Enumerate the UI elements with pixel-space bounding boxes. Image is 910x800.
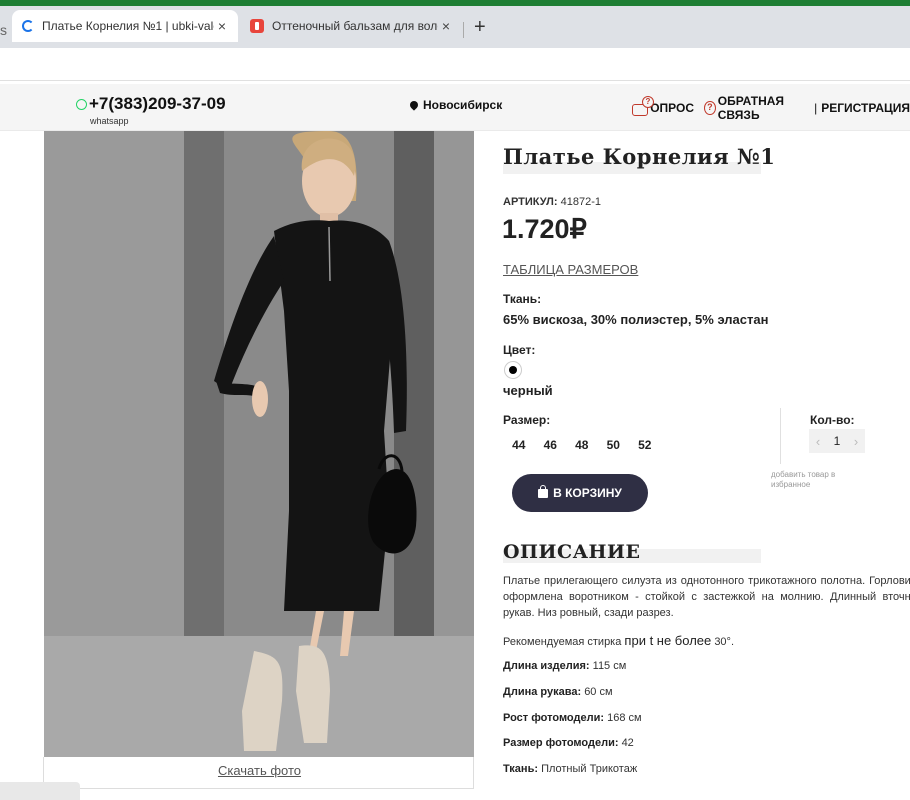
description-title: ОПИСАНИЕ: [503, 541, 641, 563]
quantity-label: Кол-во:: [810, 413, 855, 427]
city-selector[interactable]: Новосибирск: [408, 98, 503, 112]
spec-row: Рост фотомодели: 168 см: [503, 712, 642, 724]
feedback-link[interactable]: ОБРАТНАЯ СВЯЗЬ: [718, 94, 808, 122]
spec-label: Длина рукава:: [503, 686, 582, 698]
tab-fragment[interactable]: s: [0, 22, 7, 38]
cart-label: В КОРЗИНУ: [553, 486, 622, 500]
whatsapp-icon: [76, 98, 87, 110]
wash-suffix: 30°.: [714, 636, 735, 648]
whatsapp-label: whatsapp: [90, 116, 129, 126]
tab-title: Оттеночный бальзам для волос: [272, 19, 438, 33]
new-tab-button[interactable]: +: [474, 16, 486, 39]
size-option[interactable]: 44: [503, 438, 535, 452]
size-option[interactable]: 46: [535, 438, 567, 452]
fabric-value: 65% вискоза, 30% полиэстер, 5% эластан: [503, 312, 769, 327]
nav-separator: |: [814, 101, 818, 115]
spec-label: Размер фотомодели:: [503, 737, 619, 749]
phone-link[interactable]: +7(383)209-37-09: [76, 94, 226, 114]
wash-instructions: Рекомендуемая стирка при t не более 30°.: [503, 633, 734, 648]
wash-prefix: Рекомендуемая стирка: [503, 636, 622, 648]
tab-active[interactable]: Платье Корнелия №1 | ubki-vale ×: [12, 10, 238, 42]
spec-row: Длина рукава: 60 см: [503, 686, 613, 698]
quantity-value[interactable]: 1: [828, 434, 846, 448]
bag-icon: [538, 484, 549, 498]
model-figure: [214, 131, 417, 751]
spec-row: Длина изделия: 115 см: [503, 660, 626, 672]
product-photo[interactable]: [44, 131, 474, 757]
product-price: 1.720₽: [502, 214, 587, 244]
spec-label: Длина изделия:: [503, 660, 590, 672]
spec-label: Ткань:: [503, 763, 538, 775]
loading-spinner-icon: [22, 20, 34, 32]
add-to-favorites-link[interactable]: добавить товар в избранное: [771, 470, 871, 490]
size-option[interactable]: 50: [598, 438, 630, 452]
poll-icon: ?: [632, 96, 654, 118]
fabric-label: Ткань:: [503, 292, 542, 306]
add-to-cart-button[interactable]: В КОРЗИНУ: [512, 474, 648, 512]
sku: АРТИКУЛ: 41872-1: [503, 196, 601, 208]
poll-link[interactable]: ОПРОС: [650, 101, 694, 115]
decrease-icon[interactable]: ‹: [809, 434, 827, 449]
description-text: Платье прилегающего силуэта из однотонно…: [503, 575, 910, 619]
product-title: Платье Корнелия №1: [503, 144, 776, 169]
tab-close-icon[interactable]: ×: [214, 18, 230, 34]
photo-caption-frame: Скачать фото: [43, 757, 474, 789]
size-table-link[interactable]: ТАБЛИЦА РАЗМЕРОВ: [503, 262, 638, 277]
status-tab: [0, 782, 80, 800]
tab-close-icon[interactable]: ×: [438, 18, 454, 34]
question-icon: ?: [704, 101, 716, 115]
spec-value: 115 см: [592, 660, 627, 672]
city-name: Новосибирск: [423, 98, 503, 112]
fav-line: избранное: [771, 480, 811, 489]
download-photo-link[interactable]: Скачать фото: [44, 763, 475, 778]
vertical-divider: [780, 408, 781, 464]
tab-inactive[interactable]: Оттеночный бальзам для волос ×: [240, 10, 462, 42]
size-label: Размер:: [503, 413, 551, 427]
quantity-stepper[interactable]: ‹ 1 ›: [809, 429, 865, 453]
phone-number: +7(383)209-37-09: [89, 94, 226, 113]
color-label: Цвет:: [503, 343, 536, 357]
size-options: 44 46 48 50 52: [503, 438, 661, 452]
spec-value: 60 см: [584, 686, 613, 698]
address-bar[interactable]: [0, 48, 910, 81]
increase-icon[interactable]: ›: [847, 434, 865, 449]
favicon-icon: [250, 19, 264, 33]
spec-value: Плотный Трикотаж: [541, 763, 638, 775]
header-nav: ? ОПРОС ? ОБРАТНАЯ СВЯЗЬ | РЕГИСТРАЦИЯ: [632, 94, 910, 122]
tab-separator: [463, 22, 464, 38]
spec-row: Размер фотомодели: 42: [503, 737, 634, 749]
location-pin-icon: [408, 99, 420, 111]
sku-value: 41872-1: [560, 196, 601, 208]
sku-label: АРТИКУЛ:: [503, 196, 558, 208]
color-swatch-black[interactable]: [504, 361, 522, 379]
register-link[interactable]: РЕГИСТРАЦИЯ: [821, 101, 910, 115]
wash-big: при t не более: [624, 633, 712, 648]
spec-value: 168 см: [607, 712, 642, 724]
tab-title: Платье Корнелия №1 | ubki-vale: [42, 19, 214, 33]
fav-line: добавить товар в: [771, 470, 836, 479]
spec-value: 42: [621, 737, 634, 749]
spec-row: Ткань: Плотный Трикотаж: [503, 763, 637, 775]
spec-label: Рост фотомодели:: [503, 712, 605, 724]
size-option[interactable]: 52: [629, 438, 661, 452]
size-option[interactable]: 48: [566, 438, 598, 452]
color-value: черный: [503, 383, 553, 398]
